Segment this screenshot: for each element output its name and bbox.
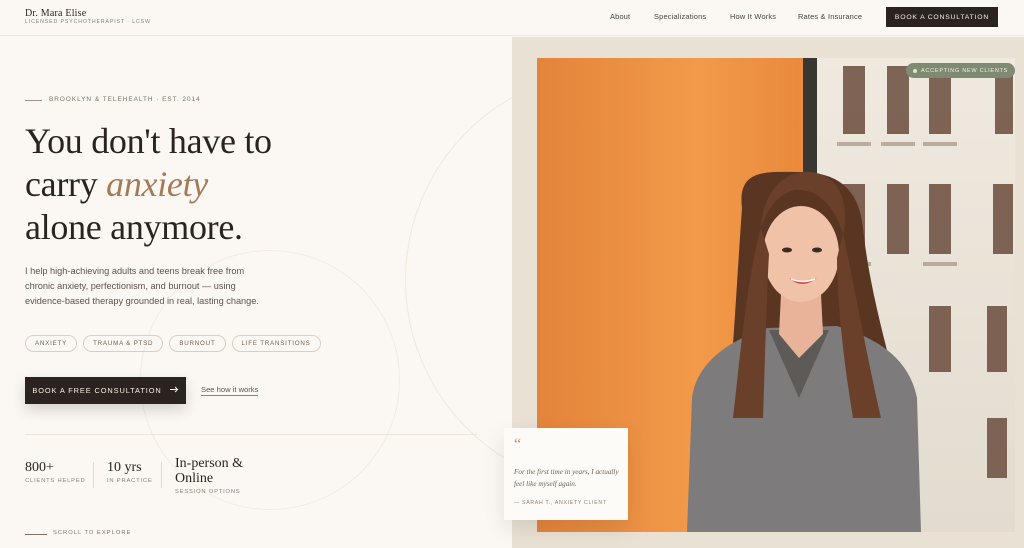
headline-line-2-prefix: carry bbox=[25, 164, 107, 204]
arrow-right-icon bbox=[169, 386, 179, 395]
book-consultation-button[interactable]: BOOK A CONSULTATION bbox=[886, 7, 998, 27]
headline-line-1: You don't have to bbox=[25, 121, 272, 161]
quote-mark-icon: “ bbox=[514, 436, 522, 453]
stat-years: 10 yrs IN PRACTICE bbox=[107, 460, 153, 484]
stat-label: SESSION OPTIONS bbox=[175, 489, 241, 495]
brand-subtitle: LICENSED PSYCHOTHERAPIST · LCSW bbox=[25, 19, 151, 25]
see-how-it-works-link[interactable]: See how it works bbox=[201, 385, 259, 396]
site-header: Dr. Mara Elise LICENSED PSYCHOTHERAPIST … bbox=[0, 0, 1024, 36]
stat-session-options: In-person & Online SESSION OPTIONS bbox=[175, 456, 245, 495]
accepting-clients-badge: ACCEPTING NEW CLIENTS bbox=[906, 63, 1016, 78]
tag-life-transitions[interactable]: LIFE TRANSITIONS bbox=[231, 335, 321, 352]
testimonial-card: “ For the first time in years, I actuall… bbox=[504, 428, 628, 520]
tag-burnout[interactable]: BURNOUT bbox=[169, 335, 226, 352]
brand-name[interactable]: Dr. Mara Elise bbox=[25, 8, 86, 19]
badge-label: ACCEPTING NEW CLIENTS bbox=[921, 67, 1009, 74]
eyebrow-divider bbox=[25, 100, 42, 101]
stat-value: 800+ bbox=[25, 460, 54, 475]
stats-divider bbox=[25, 434, 477, 435]
stat-label: CLIENTS HELPED bbox=[25, 478, 86, 484]
stat-separator bbox=[93, 462, 94, 488]
stat-value: In-person & Online bbox=[175, 456, 244, 486]
hero-description: I help high-achieving adults and teens b… bbox=[25, 266, 259, 306]
specialty-tags: ANXIETY TRAUMA & PTSD BURNOUT LIFE TRANS… bbox=[25, 335, 321, 352]
nav-link-how-it-works[interactable]: How It Works bbox=[730, 12, 776, 21]
stat-clients: 800+ CLIENTS HELPED bbox=[25, 460, 86, 484]
stat-separator bbox=[161, 462, 162, 488]
hero-eyebrow: BROOKLYN & TELEHEALTH · EST. 2014 bbox=[49, 96, 201, 103]
stat-label: IN PRACTICE bbox=[107, 478, 153, 484]
tag-trauma-ptsd[interactable]: TRAUMA & PTSD bbox=[83, 335, 164, 352]
stat-value: 10 yrs bbox=[107, 460, 142, 475]
nav-link-specializations[interactable]: Specializations bbox=[654, 12, 706, 21]
status-dot-icon bbox=[913, 68, 917, 73]
scroll-to-explore[interactable]: SCROLL TO EXPLORE bbox=[53, 530, 131, 536]
hero-headline: You don't have to carry anxiety alone an… bbox=[25, 120, 272, 249]
book-free-consultation-label: BOOK A FREE CONSULTATION bbox=[32, 386, 162, 395]
nav-link-rates-insurance[interactable]: Rates & Insurance bbox=[798, 12, 862, 21]
scroll-indicator-line bbox=[25, 534, 47, 535]
headline-accent-word: anxiety bbox=[106, 164, 208, 204]
book-free-consultation-button[interactable]: BOOK A FREE CONSULTATION bbox=[25, 377, 186, 404]
nav-link-about[interactable]: About bbox=[610, 12, 630, 21]
headline-line-3: alone anymore. bbox=[25, 207, 243, 247]
tag-anxiety[interactable]: ANXIETY bbox=[25, 335, 78, 352]
testimonial-author: — SARAH T., ANXIETY CLIENT bbox=[514, 500, 607, 506]
testimonial-text: For the first time in years, I actually … bbox=[514, 468, 619, 488]
